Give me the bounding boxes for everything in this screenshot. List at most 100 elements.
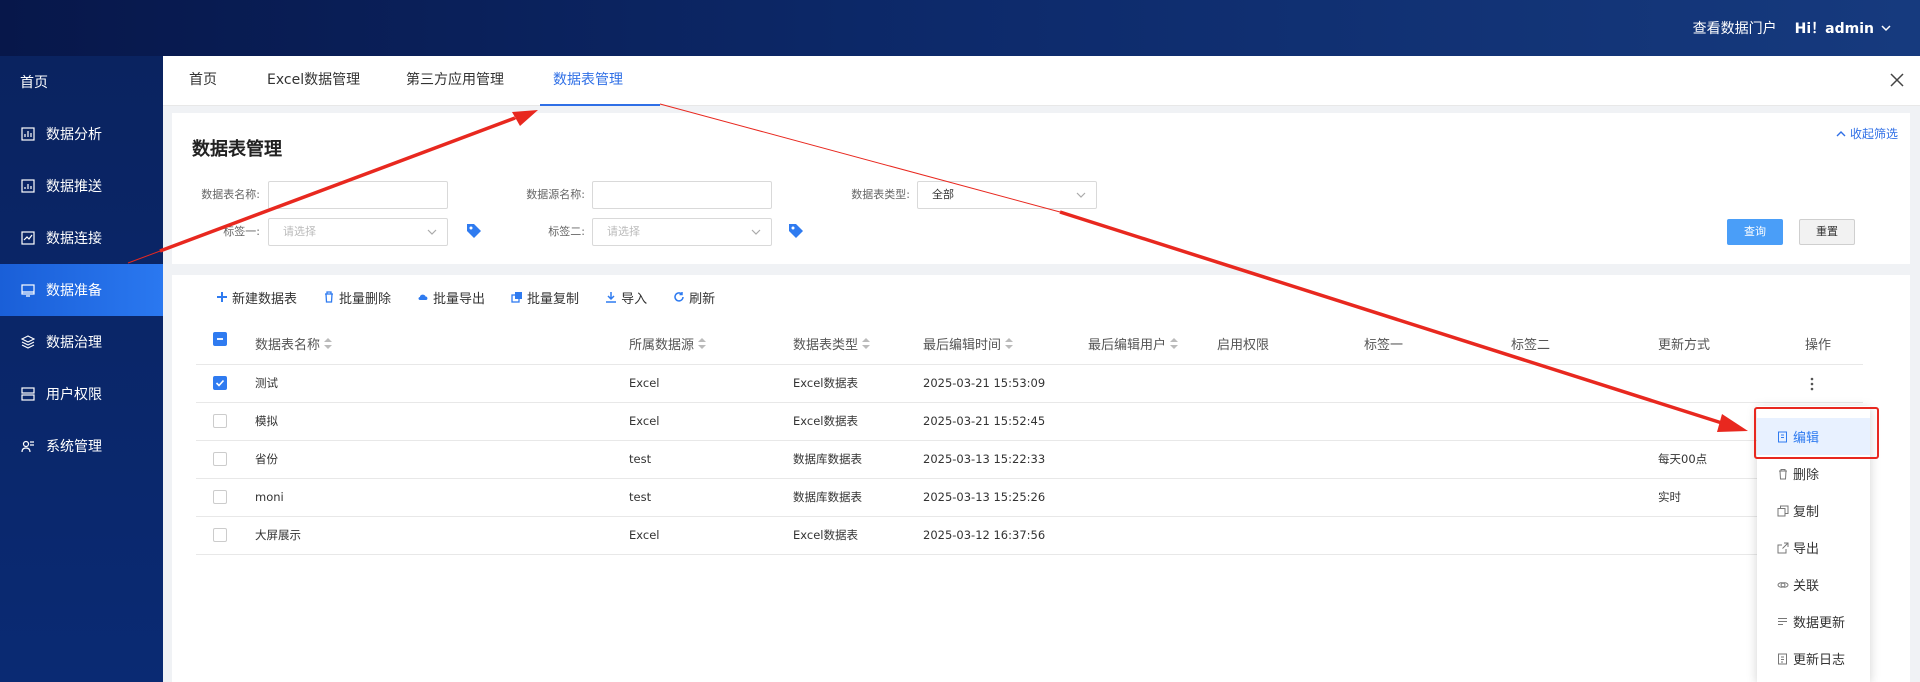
- menu-item-copy[interactable]: 复制: [1757, 492, 1870, 529]
- new-table-label: 新建数据表: [232, 291, 298, 307]
- tag-icon[interactable]: [465, 222, 483, 240]
- row-checkbox[interactable]: [213, 414, 227, 428]
- table-row[interactable]: 省份 test 数据库数据表 2025-03-13 15:22:33 每天00点: [196, 441, 1863, 478]
- menu-item-data-update[interactable]: 数据更新: [1757, 603, 1870, 640]
- cell-time: 2025-03-21 15:53:09: [923, 376, 1046, 390]
- menu-item-export[interactable]: 导出: [1757, 529, 1870, 566]
- tag-icon[interactable]: [787, 222, 805, 240]
- cell-type: 数据库数据表: [793, 490, 862, 504]
- tab-excel-management[interactable]: Excel数据管理: [267, 56, 360, 106]
- menu-item-label: 数据更新: [1793, 616, 1846, 631]
- user-menu[interactable]: Hi！admin: [1795, 18, 1892, 38]
- new-table-button[interactable]: 新建数据表: [216, 287, 297, 307]
- sidebar-item-label: 用户权限: [46, 387, 102, 403]
- row-checkbox[interactable]: [213, 528, 227, 542]
- cell-type: Excel数据表: [793, 376, 858, 390]
- trash-icon: [1779, 468, 1787, 479]
- reset-button[interactable]: 重置: [1799, 219, 1855, 245]
- data-portal-link[interactable]: 查看数据门户: [1693, 18, 1777, 38]
- close-icon[interactable]: [1888, 71, 1906, 89]
- tab-home[interactable]: 首页: [189, 56, 217, 106]
- chevron-down-icon: [427, 229, 437, 235]
- tag1-placeholder: 请选择: [283, 225, 316, 238]
- top-header: 查看数据门户 Hi！admin: [0, 0, 1920, 56]
- query-button[interactable]: 查询: [1727, 219, 1783, 245]
- sidebar-item-label: 数据分析: [46, 127, 102, 143]
- sidebar-item-data-push[interactable]: 数据推送: [0, 160, 163, 212]
- batch-delete-label: 批量删除: [339, 291, 392, 307]
- tag1-select[interactable]: 请选择: [268, 218, 448, 246]
- batch-export-button[interactable]: 批量导出: [417, 287, 485, 307]
- menu-item-update-log[interactable]: 更新日志: [1757, 640, 1870, 677]
- table-row[interactable]: 大屏展示 Excel Excel数据表 2025-03-12 16:37:56: [196, 517, 1863, 554]
- table-type-select[interactable]: 全部: [917, 181, 1097, 209]
- check-icon: [215, 379, 225, 387]
- cell-name[interactable]: 测试: [255, 365, 278, 402]
- table-row[interactable]: 模拟 Excel Excel数据表 2025-03-21 15:52:45: [196, 403, 1863, 440]
- cell-name[interactable]: 模拟: [255, 403, 278, 440]
- refresh-button[interactable]: 刷新: [673, 287, 715, 307]
- sidebar-item-home[interactable]: 首页: [0, 56, 163, 108]
- sort-icon[interactable]: [324, 337, 333, 350]
- tag1-label: 标签一:: [223, 225, 260, 238]
- header-source[interactable]: 所属数据源: [629, 334, 707, 353]
- cell-name[interactable]: 大屏展示: [255, 517, 301, 554]
- tag2-select[interactable]: 请选择: [592, 218, 772, 246]
- cell-name[interactable]: moni: [255, 479, 284, 516]
- server-icon: [20, 386, 36, 402]
- sidebar-item-data-prep[interactable]: 数据准备: [0, 264, 163, 316]
- menu-item-label: 关联: [1793, 579, 1820, 594]
- sort-icon[interactable]: [862, 337, 871, 350]
- table-name-input[interactable]: [268, 181, 448, 209]
- header-edit-time[interactable]: 最后编辑时间: [923, 334, 1014, 353]
- collapse-filter-button[interactable]: 收起筛选: [1836, 125, 1898, 142]
- menu-item-delete[interactable]: 删除: [1757, 455, 1870, 492]
- menu-item-link[interactable]: 关联: [1757, 566, 1870, 603]
- table-type-label: 数据表类型:: [851, 188, 910, 201]
- menu-item-label: 删除: [1793, 468, 1820, 483]
- sidebar-item-data-governance[interactable]: 数据治理: [0, 316, 163, 368]
- divider: [196, 554, 1863, 555]
- sort-icon[interactable]: [1005, 337, 1014, 350]
- refresh-icon: [674, 292, 684, 302]
- copy-icon: [1777, 505, 1789, 516]
- sidebar-item-data-connect[interactable]: 数据连接: [0, 212, 163, 264]
- source-name-input[interactable]: [592, 181, 772, 209]
- sidebar-item-system[interactable]: 系统管理: [0, 420, 163, 472]
- batch-copy-button[interactable]: 批量复制: [511, 287, 579, 307]
- export-icon: [1777, 542, 1789, 553]
- indeterminate-icon: [217, 338, 223, 340]
- cell-source: Excel: [629, 528, 660, 542]
- sidebar-item-data-analysis[interactable]: 数据分析: [0, 108, 163, 160]
- row-checkbox[interactable]: [213, 452, 227, 466]
- tab-table-management[interactable]: 数据表管理: [540, 56, 660, 106]
- table-row[interactable]: moni test 数据库数据表 2025-03-13 15:25:26 实时: [196, 479, 1863, 516]
- sidebar-item-label: 数据连接: [46, 231, 102, 247]
- sidebar-item-label: 数据准备: [46, 283, 102, 299]
- cell-name[interactable]: 省份: [255, 441, 278, 478]
- sidebar-item-label: 数据治理: [46, 335, 102, 351]
- chevron-down-icon: [751, 229, 761, 235]
- header-table-name[interactable]: 数据表名称: [255, 334, 333, 353]
- filter-panel: 数据表管理 收起筛选 数据表名称: 数据源名称: 数据表类型: 全部 标签一: …: [172, 113, 1910, 264]
- batch-delete-button[interactable]: 批量删除: [323, 287, 391, 307]
- header-edit-user[interactable]: 最后编辑用户: [1088, 334, 1179, 353]
- tab-third-party[interactable]: 第三方应用管理: [406, 56, 504, 106]
- sidebar-item-user-permission[interactable]: 用户权限: [0, 368, 163, 420]
- row-checkbox[interactable]: [213, 376, 227, 390]
- sort-icon[interactable]: [698, 337, 707, 350]
- select-all-checkbox[interactable]: [213, 332, 227, 346]
- cell-update: 每天00点: [1658, 452, 1708, 466]
- sort-icon[interactable]: [1170, 337, 1179, 350]
- cell-source: Excel: [629, 376, 660, 390]
- header-type[interactable]: 数据表类型: [793, 334, 871, 353]
- more-vertical-icon[interactable]: [1809, 376, 1815, 392]
- refresh-label: 刷新: [689, 291, 716, 307]
- table-row[interactable]: 测试 Excel Excel数据表 2025-03-21 15:53:09: [196, 365, 1863, 402]
- page-title: 数据表管理: [192, 139, 282, 160]
- cell-type: Excel数据表: [793, 528, 858, 542]
- copy-icon: [511, 292, 523, 303]
- row-checkbox[interactable]: [213, 490, 227, 504]
- menu-item-label: 复制: [1793, 505, 1820, 520]
- import-button[interactable]: 导入: [605, 287, 647, 307]
